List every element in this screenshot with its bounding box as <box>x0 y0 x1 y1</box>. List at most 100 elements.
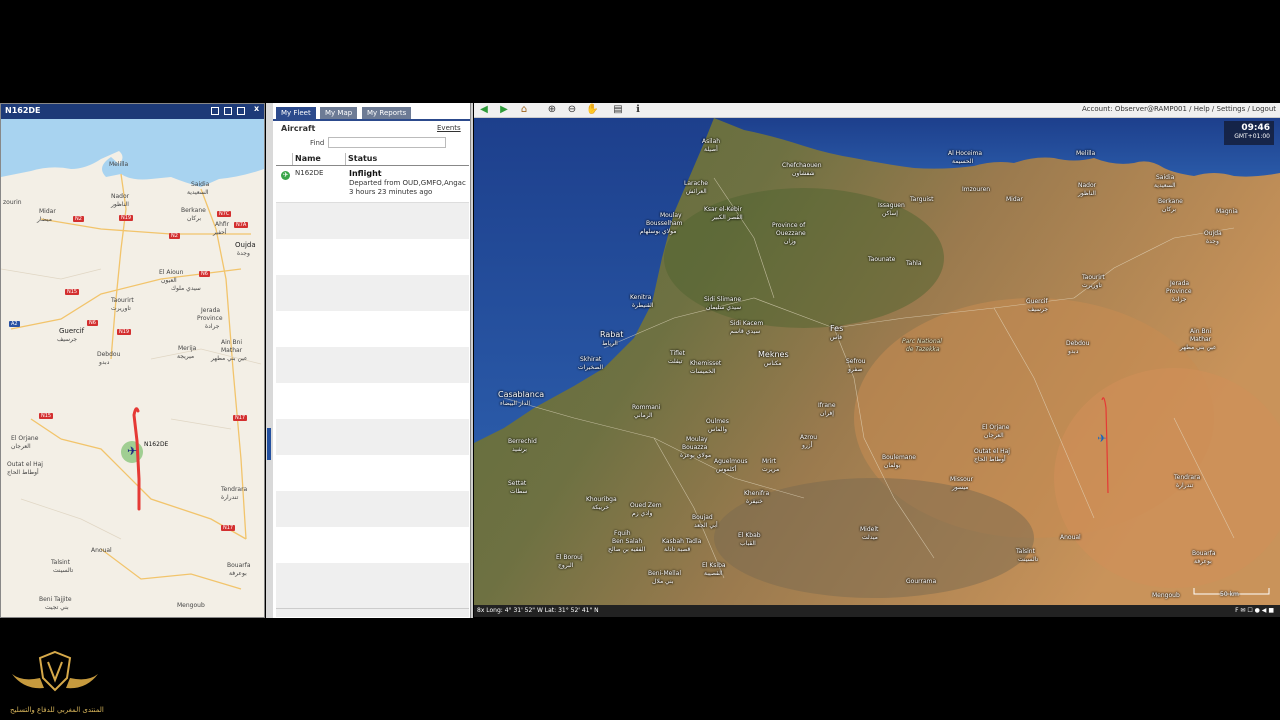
map-label: جرادة <box>1172 296 1187 303</box>
clock-timezone: GMT+01:00 <box>1234 133 1270 140</box>
map-label: Mrirt <box>762 458 777 465</box>
pan-hand-icon[interactable]: ✋ <box>586 104 598 116</box>
map-status-bar: 8x Long: 4° 31' 52" W Lat: 31° 52' 41" N… <box>474 605 1280 617</box>
events-link[interactable]: Events <box>437 124 461 132</box>
tab-my-fleet[interactable]: My Fleet <box>276 107 316 119</box>
road-marker: N7A <box>234 222 249 228</box>
map-label: Midar <box>39 208 56 215</box>
map-label: Tiflet <box>670 350 685 357</box>
map-label: Rabat <box>600 330 624 339</box>
close-button[interactable]: x <box>254 104 259 113</box>
map-label: Ksar el-Kebir <box>704 206 742 213</box>
map-label: El Orjane <box>11 435 39 442</box>
map-label: الحسيمة <box>952 158 974 165</box>
map-label: تاوريرت <box>111 305 131 312</box>
map-label: Sefrou <box>846 358 866 365</box>
layers-icon[interactable]: ▤ <box>612 104 624 116</box>
forward-arrow-icon[interactable]: ▶ <box>498 104 510 116</box>
aircraft-name[interactable]: N162DE <box>295 169 323 177</box>
column-header-name[interactable]: Name <box>292 153 345 165</box>
find-input[interactable] <box>328 137 446 148</box>
map-label: أصيلة <box>704 146 718 153</box>
panel-splitter[interactable] <box>266 103 273 618</box>
empty-row <box>276 527 469 563</box>
maximize-button[interactable] <box>237 107 245 115</box>
map-label: Saidia <box>1156 174 1175 181</box>
map-label: Ain Bni <box>1190 328 1212 335</box>
map-label: تندرارة <box>1176 482 1194 489</box>
map-label: القنيطرة <box>632 302 654 309</box>
tab-my-reports[interactable]: My Reports <box>362 107 412 119</box>
restore-button[interactable] <box>224 107 232 115</box>
map-label: Bouazza <box>682 444 708 451</box>
zoom-in-icon[interactable]: ⊕ <box>546 104 558 116</box>
road-map[interactable]: ✈ Melilla Nador الناظور Saidia السعيدية … <box>1 119 264 617</box>
tab-underline <box>273 119 470 121</box>
map-label: Settat <box>508 480 527 487</box>
map-label: Outat el Haj <box>7 461 43 468</box>
empty-row <box>276 239 469 275</box>
empty-row <box>276 347 469 383</box>
map-label: Bousselham <box>646 220 683 227</box>
map-label: Sidi Slimane <box>704 296 742 303</box>
map-label: أزرو <box>802 442 813 449</box>
account-links[interactable]: Account: Observer@RAMP001 / Help / Setti… <box>1082 105 1276 113</box>
tab-my-map[interactable]: My Map <box>320 107 358 119</box>
map-label: Mengoub <box>177 602 205 609</box>
map-label: Ouezzane <box>776 230 806 237</box>
map-label: Guercif <box>59 327 85 335</box>
map-label: El Borouj <box>556 554 583 561</box>
road-marker: N15 <box>65 289 80 295</box>
map-label: Oujda <box>1204 230 1222 237</box>
map-label: Kasbah Tadla <box>662 538 702 545</box>
minimize-button[interactable] <box>211 107 219 115</box>
map-label: Melilla <box>109 161 129 168</box>
map-label: Targuist <box>910 196 934 203</box>
home-icon[interactable]: ⌂ <box>518 104 530 116</box>
map-label: Magnia <box>1216 208 1238 215</box>
satellite-map[interactable]: ✈ 09:46 GMT+01:00 Asilah أصيلة Chefchaou… <box>474 118 1280 605</box>
fleet-panel: My Fleet My Map My Reports Aircraft Even… <box>273 103 471 618</box>
map-scale-label: 50 km <box>1220 591 1239 598</box>
map-label: عين بني مطهر <box>1180 344 1217 351</box>
map-window-titlebar: N162DE x <box>1 104 264 119</box>
map-label: بني تجيت <box>45 604 69 611</box>
map-label: الناظور <box>111 201 129 208</box>
map-label: بوعرفة <box>1194 558 1212 565</box>
map-label: Province <box>1166 288 1192 295</box>
map-label: Debdou <box>1066 340 1090 347</box>
splitter-grip[interactable] <box>267 428 271 460</box>
map-label: Jerada <box>201 307 221 314</box>
road-marker: A2 <box>9 321 20 327</box>
back-arrow-icon[interactable]: ◀ <box>478 104 490 116</box>
road-marker: N2 <box>73 216 84 222</box>
map-label: Casablanca <box>498 390 545 399</box>
map-label: Mathar <box>1190 336 1212 343</box>
panel-splitter[interactable] <box>471 103 473 618</box>
info-icon[interactable]: ℹ <box>632 104 644 116</box>
map-label: الدار البيضاء <box>500 400 531 407</box>
map-label: Meknes <box>758 350 789 359</box>
horizontal-scrollbar[interactable] <box>276 608 469 617</box>
status-icons[interactable]: F ✉ ☐ ● ◀ ■ <box>1235 605 1274 617</box>
map-label: أوطاط الحاج <box>7 469 39 476</box>
road-marker: N6 <box>199 271 210 277</box>
map-label: خنيفرة <box>746 498 763 505</box>
map-label: El Aioun <box>159 269 184 276</box>
empty-row <box>276 383 469 419</box>
map-toolbar: ◀ ▶ ⌂ ⊕ ⊖ ✋ ▤ ℹ Account: Observer@RAMP00… <box>474 103 1280 118</box>
map-label: zourin <box>3 199 22 206</box>
map-label: de Tazekka <box>906 346 940 353</box>
road-marker: N17 <box>233 415 248 421</box>
column-header-status[interactable]: Status <box>345 153 468 165</box>
aircraft-map-label[interactable]: N162DE <box>144 441 168 448</box>
map-label: Parc National <box>902 338 942 345</box>
map-label: Nador <box>111 193 130 200</box>
map-label: ميضار <box>37 216 52 223</box>
map-label: القصيبة <box>704 570 723 577</box>
zoom-out-icon[interactable]: ⊖ <box>566 104 578 116</box>
clock-display: 09:46 GMT+01:00 <box>1224 121 1274 145</box>
map-label: Asilah <box>702 138 721 145</box>
map-label: قصبة تادلة <box>664 546 691 553</box>
map-label: Talsint <box>51 559 70 566</box>
